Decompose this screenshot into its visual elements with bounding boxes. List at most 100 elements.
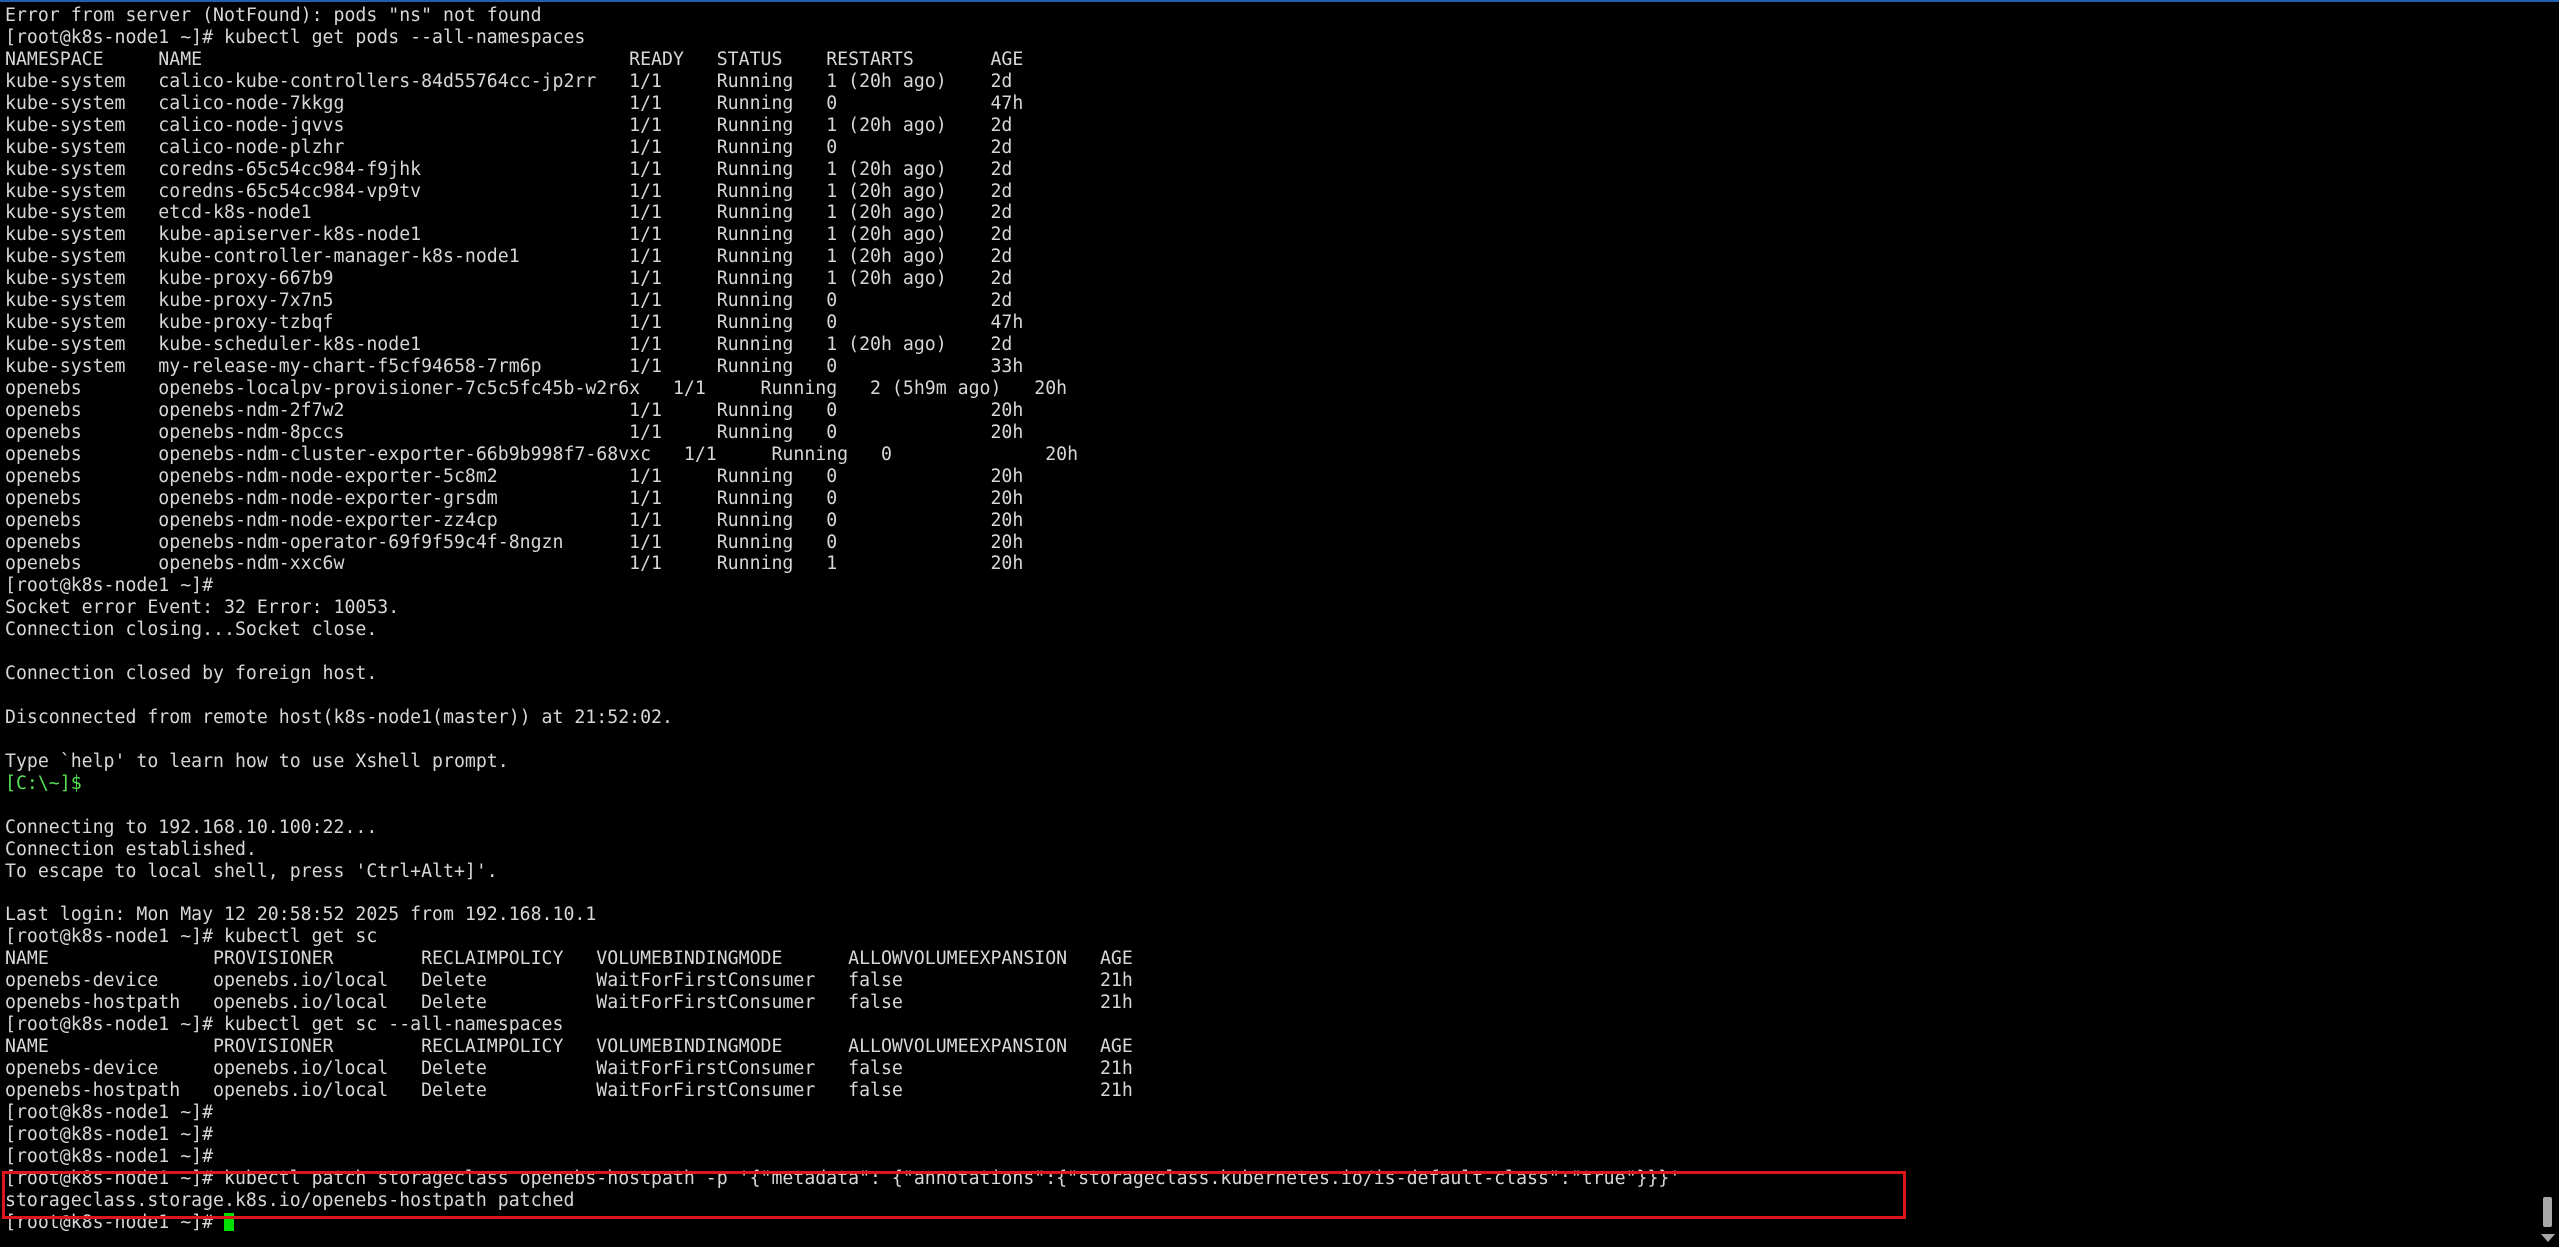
terminal-line-text: [root@k8s-node1 ~]#: [5, 1101, 214, 1123]
terminal-line: openebs openebs-ndm-operator-69f9f59c4f-…: [5, 532, 2535, 554]
terminal-line: kube-system kube-proxy-7x7n5 1/1 Running…: [5, 290, 2535, 312]
terminal-line-text: Last login: Mon May 12 20:58:52 2025 fro…: [5, 904, 597, 926]
terminal-line-text: openebs openebs-ndm-cluster-exporter-66b…: [5, 443, 1079, 465]
terminal-window[interactable]: Error from server (NotFound): pods "ns" …: [0, 0, 2559, 1247]
terminal-line-text: openebs-device openebs.io/local Delete W…: [5, 970, 1133, 992]
terminal-line-text: kube-system calico-node-plzhr 1/1 Runnin…: [5, 136, 1013, 158]
terminal-line-text: NAMESPACE NAME READY STATUS RESTARTS AGE: [5, 48, 1024, 70]
terminal-line-text: [root@k8s-node1 ~]#: [5, 575, 214, 597]
terminal-line: openebs openebs-ndm-node-exporter-grsdm …: [5, 488, 2535, 510]
scrollbar-thumb[interactable]: [2543, 1197, 2552, 1227]
terminal-line: kube-system coredns-65c54cc984-f9jhk 1/1…: [5, 159, 2535, 181]
terminal-line-text: openebs openebs-ndm-8pccs 1/1 Running 0 …: [5, 421, 1024, 443]
terminal-line-text: kube-system calico-kube-controllers-84d5…: [5, 70, 1013, 92]
terminal-line-text: Error from server (NotFound): pods "ns" …: [5, 5, 542, 26]
terminal-line: openebs-device openebs.io/local Delete W…: [5, 1058, 2535, 1080]
terminal-line-text: To escape to local shell, press 'Ctrl+Al…: [5, 860, 498, 882]
terminal-line: [root@k8s-node1 ~]# kubectl get pods --a…: [5, 27, 2535, 49]
terminal-line: [root@k8s-node1 ~]#: [5, 575, 2535, 597]
terminal-line-text: [root@k8s-node1 ~]# kubectl get pods --a…: [5, 26, 586, 48]
terminal-line-text: openebs openebs-ndm-xxc6w 1/1 Running 1 …: [5, 553, 1024, 575]
terminal-line: Connection closing...Socket close.: [5, 619, 2535, 641]
terminal-line: kube-system calico-kube-controllers-84d5…: [5, 71, 2535, 93]
terminal-line: kube-system kube-apiserver-k8s-node1 1/1…: [5, 224, 2535, 246]
terminal-line: openebs-hostpath openebs.io/local Delete…: [5, 1080, 2535, 1102]
terminal-line-text: kube-system kube-controller-manager-k8s-…: [5, 246, 1013, 268]
terminal-line-text: kube-system kube-scheduler-k8s-node1 1/1…: [5, 334, 1013, 356]
terminal-line: Disconnected from remote host(k8s-node1(…: [5, 707, 2535, 729]
terminal-line: Connecting to 192.168.10.100:22...: [5, 817, 2535, 839]
terminal-line-text: Connection closing...Socket close.: [5, 619, 378, 641]
terminal-line-text: kube-system coredns-65c54cc984-vp9tv 1/1…: [5, 180, 1013, 202]
terminal-line: openebs openebs-ndm-2f7w2 1/1 Running 0 …: [5, 400, 2535, 422]
terminal-line-text: Type `help' to learn how to use Xshell p…: [5, 750, 509, 772]
terminal-line-text: openebs openebs-ndm-node-exporter-zz4cp …: [5, 509, 1024, 531]
terminal-line-text: Disconnected from remote host(k8s-node1(…: [5, 707, 673, 728]
terminal-line: kube-system kube-scheduler-k8s-node1 1/1…: [5, 334, 2535, 356]
terminal-line: openebs openebs-ndm-xxc6w 1/1 Running 1 …: [5, 553, 2535, 575]
terminal-line-text: kube-system kube-proxy-667b9 1/1 Running…: [5, 268, 1013, 290]
terminal-line-text: kube-system kube-apiserver-k8s-node1 1/1…: [5, 224, 1013, 246]
terminal-line-text: [root@k8s-node1 ~]# kubectl get sc --all…: [5, 1014, 564, 1036]
terminal-line: [root@k8s-node1 ~]#: [5, 1102, 2535, 1124]
local-shell-prompt: [C:\~]$: [5, 773, 2535, 795]
terminal-line-text: kube-system kube-proxy-tzbqf 1/1 Running…: [5, 312, 1024, 334]
terminal-line-text: [C:\~]$: [5, 772, 82, 794]
terminal-line: [root@k8s-node1 ~]#: [5, 1146, 2535, 1168]
terminal-line: NAME PROVISIONER RECLAIMPOLICY VOLUMEBIN…: [5, 1036, 2535, 1058]
terminal-line: kube-system kube-proxy-tzbqf 1/1 Running…: [5, 312, 2535, 334]
terminal-line-text: NAME PROVISIONER RECLAIMPOLICY VOLUMEBIN…: [5, 1036, 1133, 1058]
terminal-line: Connection established.: [5, 839, 2535, 861]
terminal-line: NAME PROVISIONER RECLAIMPOLICY VOLUMEBIN…: [5, 948, 2535, 970]
terminal-line-text: openebs openebs-ndm-node-exporter-5c8m2 …: [5, 465, 1024, 487]
terminal-line-text: Connection established.: [5, 838, 257, 860]
terminal-line: [root@k8s-node1 ~]# kubectl get sc: [5, 926, 2535, 948]
terminal-line: storageclass.storage.k8s.io/openebs-host…: [5, 1190, 2535, 1212]
terminal-line: openebs openebs-ndm-node-exporter-zz4cp …: [5, 510, 2535, 532]
active-prompt-line: [root@k8s-node1 ~]#: [5, 1212, 2535, 1234]
terminal-line-text: Connection closed by foreign host.: [5, 663, 378, 685]
terminal-line-text: kube-system calico-node-7kkgg 1/1 Runnin…: [5, 92, 1024, 114]
terminal-line-text: [root@k8s-node1 ~]# kubectl get sc: [5, 926, 378, 948]
terminal-line: openebs openebs-localpv-provisioner-7c5c…: [5, 378, 2535, 400]
vertical-scrollbar[interactable]: [2537, 4, 2559, 1247]
terminal-line: To escape to local shell, press 'Ctrl+Al…: [5, 861, 2535, 883]
terminal-line: kube-system coredns-65c54cc984-vp9tv 1/1…: [5, 181, 2535, 203]
terminal-line-text: kube-system kube-proxy-7x7n5 1/1 Running…: [5, 290, 1013, 312]
terminal-line: kube-system kube-proxy-667b9 1/1 Running…: [5, 268, 2535, 290]
terminal-line-text: Socket error Event: 32 Error: 10053.: [5, 597, 400, 619]
terminal-output[interactable]: Error from server (NotFound): pods "ns" …: [5, 5, 2535, 1234]
terminal-line-text: [root@k8s-node1 ~]#: [5, 1123, 214, 1145]
terminal-line: kube-system calico-node-plzhr 1/1 Runnin…: [5, 137, 2535, 159]
terminal-line-text: Connecting to 192.168.10.100:22...: [5, 816, 378, 838]
terminal-line-text: kube-system calico-node-jqvvs 1/1 Runnin…: [5, 114, 1013, 136]
terminal-line-text: openebs openebs-ndm-node-exporter-grsdm …: [5, 487, 1024, 509]
terminal-line-text: [root@k8s-node1 ~]# kubectl patch storag…: [5, 1167, 1681, 1189]
terminal-line: openebs openebs-ndm-8pccs 1/1 Running 0 …: [5, 422, 2535, 444]
terminal-line-text: openebs-device openebs.io/local Delete W…: [5, 1058, 1133, 1079]
terminal-line: Last login: Mon May 12 20:58:52 2025 fro…: [5, 904, 2535, 926]
terminal-line: Error from server (NotFound): pods "ns" …: [5, 5, 2535, 27]
terminal-line: [root@k8s-node1 ~]# kubectl get sc --all…: [5, 1014, 2535, 1036]
terminal-line-text: kube-system coredns-65c54cc984-f9jhk 1/1…: [5, 158, 1013, 180]
terminal-line: openebs openebs-ndm-node-exporter-5c8m2 …: [5, 466, 2535, 488]
terminal-line: kube-system calico-node-7kkgg 1/1 Runnin…: [5, 93, 2535, 115]
terminal-line-text: openebs-hostpath openebs.io/local Delete…: [5, 1079, 1133, 1101]
terminal-line-text: openebs-hostpath openebs.io/local Delete…: [5, 992, 1133, 1014]
terminal-line: kube-system etcd-k8s-node1 1/1 Running 1…: [5, 202, 2535, 224]
scroll-down-arrow-icon[interactable]: [2541, 1234, 2555, 1242]
terminal-line: NAMESPACE NAME READY STATUS RESTARTS AGE: [5, 49, 2535, 71]
terminal-line-text: NAME PROVISIONER RECLAIMPOLICY VOLUMEBIN…: [5, 948, 1133, 970]
terminal-line-text: openebs openebs-localpv-provisioner-7c5c…: [5, 377, 1068, 399]
terminal-line: openebs-hostpath openebs.io/local Delete…: [5, 992, 2535, 1014]
terminal-line: Connection closed by foreign host.: [5, 663, 2535, 685]
terminal-line-text: kube-system my-release-my-chart-f5cf9465…: [5, 356, 1024, 377]
terminal-line-text: kube-system etcd-k8s-node1 1/1 Running 1…: [5, 202, 1013, 224]
text-cursor: [224, 1212, 234, 1231]
terminal-line: kube-system calico-node-jqvvs 1/1 Runnin…: [5, 115, 2535, 137]
